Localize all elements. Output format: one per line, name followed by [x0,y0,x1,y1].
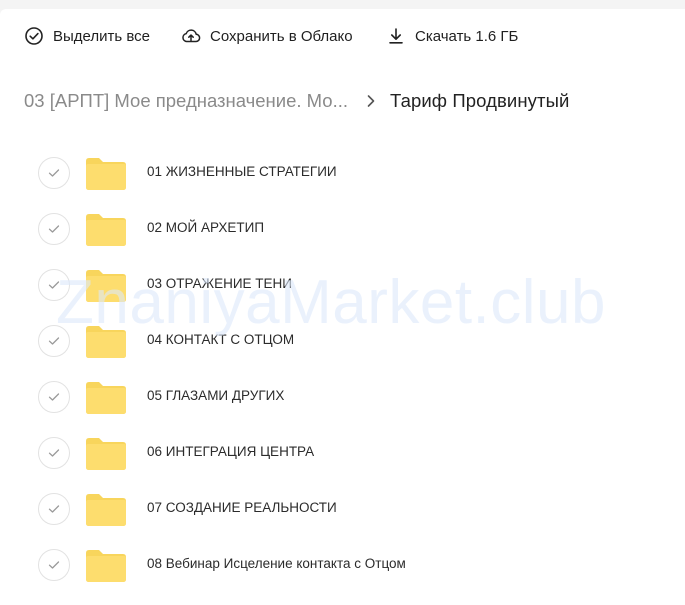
select-checkbox[interactable] [38,381,70,413]
select-all-button[interactable]: Выделить все [24,24,150,48]
list-item[interactable]: 08 Вебинар Исцеление контакта с Отцом [0,536,685,592]
folder-icon [86,550,126,582]
folder-icon [86,382,126,414]
toolbar: Выделить все Сохранить в Облако Скачать … [0,9,685,63]
cloud-upload-icon [182,29,201,43]
checkmark-icon [48,337,60,345]
item-name: 04 КОНТАКТ С ОТЦОМ [147,332,295,347]
select-checkbox[interactable] [38,493,70,525]
folder-icon [86,326,126,358]
item-name: 03 ОТРАЖЕНИЕ ТЕНИ [147,276,292,291]
select-checkbox[interactable] [38,213,70,245]
save-to-cloud-button[interactable]: Сохранить в Облако [181,24,353,48]
breadcrumb-parent-link[interactable]: 03 [АРПТ] Мое предназначение. Мо... [24,90,354,112]
checkmark-icon [48,505,60,513]
select-checkbox[interactable] [38,157,70,189]
list-item[interactable]: 02 МОЙ АРХЕТИП [0,200,685,256]
folder-icon [86,494,126,526]
download-label: Скачать 1.6 ГБ [415,27,519,45]
item-name: 02 МОЙ АРХЕТИП [147,220,265,235]
item-name: 06 ИНТЕГРАЦИЯ ЦЕНТРА [147,444,315,459]
breadcrumb-current: Тариф Продвинутый [390,90,570,111]
file-browser-panel: Выделить все Сохранить в Облако Скачать … [0,9,685,605]
list-item[interactable]: 05 ГЛАЗАМИ ДРУГИХ [0,368,685,424]
chevron-right-icon [366,94,376,108]
checkmark-icon [48,393,60,401]
list-item[interactable]: 04 КОНТАКТ С ОТЦОМ [0,312,685,368]
select-checkbox[interactable] [38,325,70,357]
breadcrumb: 03 [АРПТ] Мое предназначение. Мо... Тари… [24,87,674,115]
select-checkbox[interactable] [38,437,70,469]
checkmark-icon [48,169,60,177]
item-name: 08 Вебинар Исцеление контакта с Отцом [147,556,406,571]
folder-icon [86,214,126,246]
select-checkbox[interactable] [38,269,70,301]
list-item[interactable]: 03 ОТРАЖЕНИЕ ТЕНИ [0,256,685,312]
folder-icon [86,438,126,470]
item-name: 05 ГЛАЗАМИ ДРУГИХ [147,388,285,403]
checkmark-icon [48,449,60,457]
save-to-cloud-label: Сохранить в Облако [210,27,353,45]
download-icon [389,28,403,44]
list-item[interactable]: 01 ЖИЗНЕННЫЕ СТРАТЕГИИ [0,144,685,200]
download-button[interactable]: Скачать 1.6 ГБ [386,24,518,48]
select-checkbox[interactable] [38,549,70,581]
list-item[interactable]: 06 ИНТЕГРАЦИЯ ЦЕНТРА [0,424,685,480]
checkmark-icon [48,225,60,233]
checkmark-icon [48,281,60,289]
folder-icon [86,270,126,302]
item-name: 07 СОЗДАНИЕ РЕАЛЬНОСТИ [147,500,337,515]
item-name: 01 ЖИЗНЕННЫЕ СТРАТЕГИИ [147,164,337,179]
folder-icon [86,158,126,190]
checkmark-icon [48,561,60,569]
select-all-label: Выделить все [53,27,151,45]
check-circle-icon [25,27,43,45]
list-item[interactable]: 07 СОЗДАНИЕ РЕАЛЬНОСТИ [0,480,685,536]
